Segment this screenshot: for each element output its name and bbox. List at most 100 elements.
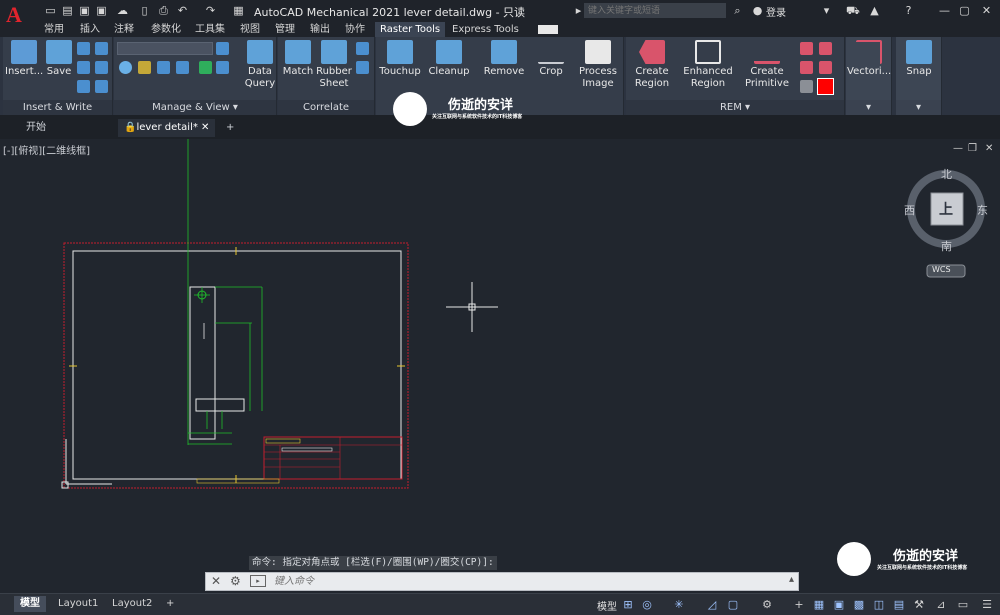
region-color-swatch[interactable] xyxy=(817,78,834,95)
tab-collaborate[interactable]: 协作 xyxy=(345,22,365,37)
workspace-switch-icon[interactable]: ▦ xyxy=(812,598,826,612)
workspace-icon[interactable]: ▦ xyxy=(232,4,245,17)
tab-insert[interactable]: 插入 xyxy=(80,22,100,37)
tab-annotate[interactable]: 注释 xyxy=(114,22,134,37)
tab-raster-tools[interactable]: Raster Tools xyxy=(375,22,446,37)
region-split-icon[interactable] xyxy=(819,61,832,74)
polar-icon[interactable]: ◿ xyxy=(705,598,719,612)
snap-expand-icon[interactable]: ▾ xyxy=(896,100,941,115)
customize-icon[interactable]: ⚙ xyxy=(230,574,241,588)
clean-screen-icon[interactable]: ▤ xyxy=(892,598,906,612)
enhanced-region-button[interactable]: Enhanced Region xyxy=(682,40,734,90)
model-space-toggle[interactable]: 模型 xyxy=(597,598,617,613)
customization-menu-icon[interactable]: ☰ xyxy=(980,598,994,612)
tab-manage[interactable]: 管理 xyxy=(275,22,295,37)
snap-button[interactable]: Snap xyxy=(897,40,941,78)
image-save-as-icon[interactable] xyxy=(77,80,90,93)
image-list-icon[interactable] xyxy=(95,80,108,93)
tab-view[interactable]: 视图 xyxy=(240,22,260,37)
close-tab-icon[interactable]: ✕ xyxy=(201,122,209,133)
panel-label-manage-view[interactable]: Manage & View ▾ xyxy=(114,100,276,115)
create-region-button[interactable]: Create Region xyxy=(630,40,674,90)
image-edit-icon[interactable] xyxy=(157,61,170,74)
plot-icon[interactable]: ▯ xyxy=(138,4,151,17)
add-layout-icon[interactable]: + xyxy=(160,596,180,612)
new-tab-icon[interactable]: + xyxy=(220,119,240,137)
region-copy-icon[interactable] xyxy=(800,42,813,55)
viewcube-top-label[interactable]: 上 xyxy=(939,199,953,219)
region-edit-icon[interactable] xyxy=(819,42,832,55)
compass-south[interactable]: 南 xyxy=(941,238,952,254)
settings-icon[interactable]: ⚙ xyxy=(760,598,774,612)
transform-icon[interactable] xyxy=(356,42,369,55)
isolate-icon[interactable]: ◫ xyxy=(872,598,886,612)
snap-mode-icon[interactable]: ◎ xyxy=(640,598,654,612)
scale-icon[interactable] xyxy=(356,61,369,74)
command-input[interactable] xyxy=(274,574,774,589)
search-input[interactable] xyxy=(584,3,726,18)
layout-tab-model[interactable]: 模型 xyxy=(14,596,46,612)
cart-icon[interactable]: ⛟ xyxy=(846,4,860,17)
match-button[interactable]: Match xyxy=(280,40,316,78)
tab-document[interactable]: 🔒lever detail* ✕ xyxy=(118,119,216,137)
new-file-icon[interactable]: ▭ xyxy=(44,4,57,17)
grid-icon[interactable]: ⊞ xyxy=(621,598,635,612)
login-link[interactable]: 登录 xyxy=(766,4,786,19)
region-merge-icon[interactable] xyxy=(800,61,813,74)
cloud-open-icon[interactable]: ☁ xyxy=(116,4,129,17)
cleanup-button[interactable]: Cleanup xyxy=(426,40,472,78)
close-command-icon[interactable]: ✕ xyxy=(211,574,221,588)
search-icon[interactable]: ⌕ xyxy=(731,4,744,17)
command-history-dropdown-icon[interactable]: ▴ xyxy=(789,574,794,585)
tab-start[interactable]: 开始 xyxy=(20,119,52,137)
a360-icon[interactable]: ▲ xyxy=(868,4,881,17)
tab-express-tools[interactable]: Express Tools xyxy=(452,22,519,37)
wcs-label[interactable]: WCS xyxy=(932,265,951,274)
vectorize-expand-icon[interactable]: ▾ xyxy=(846,100,891,115)
ribbon-toggle-icon[interactable] xyxy=(538,25,558,34)
ortho-icon[interactable]: ✳ xyxy=(672,598,686,612)
save-icon[interactable]: ▣ xyxy=(78,4,91,17)
panel-label-rem[interactable]: REM ▾ xyxy=(626,100,844,115)
image-info-icon[interactable] xyxy=(138,61,151,74)
lock-ui-icon[interactable]: ⊿ xyxy=(934,598,948,612)
image-pencil-icon[interactable] xyxy=(176,61,189,74)
dropdown-icon[interactable]: ▾ xyxy=(820,4,833,17)
annotation-icon[interactable]: ▣ xyxy=(832,598,846,612)
image-select-dropdown[interactable] xyxy=(117,42,213,55)
data-query-button[interactable]: Data Query xyxy=(244,40,276,90)
layout-tab-2[interactable]: Layout2 xyxy=(106,596,158,612)
layout-tab-1[interactable]: Layout1 xyxy=(52,596,104,612)
hardware-icon[interactable]: ▩ xyxy=(852,598,866,612)
maximize-icon[interactable]: ▢ xyxy=(958,4,971,17)
compass-north[interactable]: 北 xyxy=(941,166,952,182)
crop-button[interactable]: Crop xyxy=(534,40,568,78)
zoom-icon[interactable] xyxy=(119,61,132,74)
image-view-icon[interactable] xyxy=(216,61,229,74)
create-primitive-button[interactable]: Create Primitive xyxy=(740,40,794,90)
tab-toolsets[interactable]: 工具集 xyxy=(195,22,225,37)
tools-icon[interactable]: ⚒ xyxy=(912,598,926,612)
globe-icon[interactable] xyxy=(95,61,108,74)
tab-output[interactable]: 输出 xyxy=(310,22,330,37)
image-attach-icon[interactable] xyxy=(95,42,108,55)
close-icon[interactable]: ✕ xyxy=(980,4,993,17)
command-prompt-icon[interactable]: ▸ xyxy=(250,575,266,587)
drawing-canvas[interactable]: [-][俯视][二维线框] — ❐ ✕ 北 南 东 西 上 WCS xyxy=(0,139,1000,573)
undo-icon[interactable]: ↶ xyxy=(176,4,189,17)
compass-east[interactable]: 东 xyxy=(977,202,988,218)
redo-icon[interactable]: ↷ xyxy=(204,4,217,17)
image-manager-icon[interactable] xyxy=(216,42,229,55)
user-icon[interactable]: ● xyxy=(751,4,764,17)
print-icon[interactable]: ⎙ xyxy=(157,4,170,17)
save-button[interactable]: Save xyxy=(43,40,75,78)
help-icon[interactable]: ? xyxy=(902,4,915,17)
image-export-icon[interactable] xyxy=(77,61,90,74)
touchup-button[interactable]: Touchup xyxy=(378,40,422,78)
open-file-icon[interactable]: ▤ xyxy=(61,4,74,17)
process-image-button[interactable]: Process Image xyxy=(576,40,620,90)
insert-button[interactable]: Insert... xyxy=(5,40,43,78)
rubber-sheet-button[interactable]: Rubber Sheet xyxy=(316,40,352,90)
tab-home[interactable]: 常用 xyxy=(44,22,64,37)
image-frame-icon[interactable] xyxy=(77,42,90,55)
